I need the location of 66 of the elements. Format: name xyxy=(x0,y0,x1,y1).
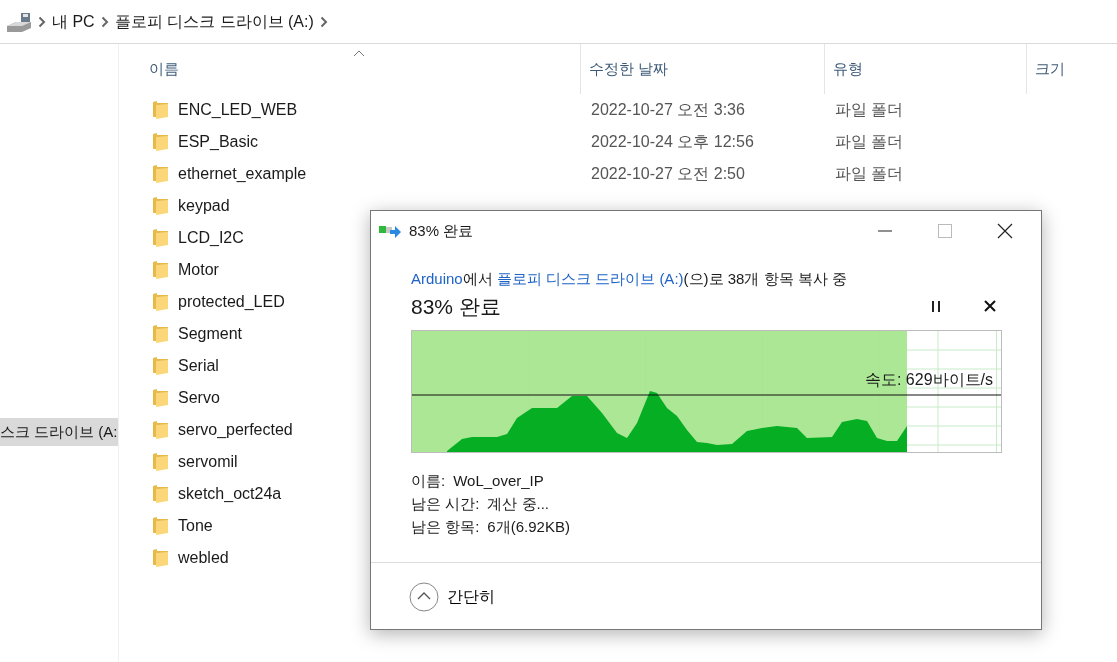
file-name[interactable]: protected_LED xyxy=(178,290,285,314)
chevron-icon xyxy=(100,15,109,28)
breadcrumb-item[interactable]: 내 PC xyxy=(52,9,95,34)
chevron-icon xyxy=(319,15,328,28)
folder-icon xyxy=(153,101,168,119)
folder-icon xyxy=(153,389,168,407)
folder-icon xyxy=(153,453,168,471)
modified-date: 2022-10-27 오전 2:50 xyxy=(590,164,746,184)
folder-icon xyxy=(153,357,168,375)
pause-icon xyxy=(932,300,940,312)
folder-icon xyxy=(153,133,168,151)
maximize-icon xyxy=(938,224,952,238)
column-header[interactable]: 수정한 날짜 xyxy=(581,44,825,94)
file-name[interactable]: webled xyxy=(178,546,229,570)
file-name[interactable]: Segment xyxy=(178,322,243,346)
column-header[interactable]: 크기 xyxy=(1027,44,1117,94)
file-name[interactable]: keypad xyxy=(178,194,230,218)
close-icon xyxy=(984,300,996,313)
file-name[interactable]: Serial xyxy=(178,354,219,378)
file-type: 파일 폴더 xyxy=(834,100,905,120)
minimize-icon xyxy=(878,230,892,232)
copy-description: Arduino에서 플로피 디스크 드라이브 (A:)(으)로 38개 항목 복사 중 xyxy=(411,269,848,289)
speed-label: 속도: 629바이트/s xyxy=(864,370,993,390)
nav-item[interactable]: 스크 드라이브 (A: xyxy=(0,418,118,446)
file-type: 파일 폴더 xyxy=(834,132,905,152)
file-name[interactable]: ENC_LED_WEB xyxy=(178,98,298,122)
file-name[interactable]: sketch_oct24a xyxy=(178,482,282,506)
detail-label: 이름: xyxy=(411,471,446,491)
collapse-toggle-button[interactable]: 간단히 xyxy=(409,581,495,612)
modified-date: 2022-10-24 오후 12:56 xyxy=(590,132,755,152)
copy-icon xyxy=(379,224,401,238)
detail-label: 남은 시간: xyxy=(411,494,480,514)
folder-icon xyxy=(153,517,168,535)
breadcrumb-item[interactable]: 플로피 디스크 드라이브 (A:) xyxy=(114,9,314,34)
file-name[interactable]: ethernet_example xyxy=(178,162,307,186)
folder-icon xyxy=(153,165,168,183)
detail-value: 계산 중... xyxy=(487,494,549,514)
file-name[interactable]: Motor xyxy=(178,258,219,282)
window-title: 83% 완료 xyxy=(409,220,474,241)
folder-icon xyxy=(153,261,168,279)
folder-icon xyxy=(153,549,168,567)
file-type: 파일 폴더 xyxy=(834,164,905,184)
detail-value: 6개(6.92KB) xyxy=(487,517,570,537)
folder-icon xyxy=(153,421,168,439)
file-name[interactable]: LCD_I2C xyxy=(178,226,244,250)
source-link[interactable]: Arduino xyxy=(411,270,463,287)
file-name[interactable]: ESP_Basic xyxy=(178,130,259,154)
column-header[interactable]: 이름 xyxy=(119,44,581,94)
file-name[interactable]: Servo xyxy=(178,386,220,410)
detail-value: WoL_over_IP xyxy=(453,471,544,491)
folder-icon xyxy=(153,485,168,503)
floppy-drive-icon xyxy=(6,11,32,32)
detail-label: 남은 항목: xyxy=(411,517,480,537)
folder-icon xyxy=(153,229,168,247)
modified-date: 2022-10-27 오전 3:36 xyxy=(590,100,746,120)
progress-status: 83% 완료 xyxy=(411,293,501,320)
column-header[interactable]: 유형 xyxy=(825,44,1027,94)
file-name[interactable]: servomil xyxy=(178,450,238,474)
file-name[interactable]: servo_perfected xyxy=(178,418,293,442)
folder-icon xyxy=(153,325,168,343)
close-icon xyxy=(997,223,1013,239)
file-name[interactable]: Tone xyxy=(178,514,213,538)
chevron-icon xyxy=(38,15,46,28)
folder-icon xyxy=(153,293,168,311)
folder-icon xyxy=(153,197,168,215)
destination-link[interactable]: 플로피 디스크 드라이브 (A:) xyxy=(496,270,684,287)
